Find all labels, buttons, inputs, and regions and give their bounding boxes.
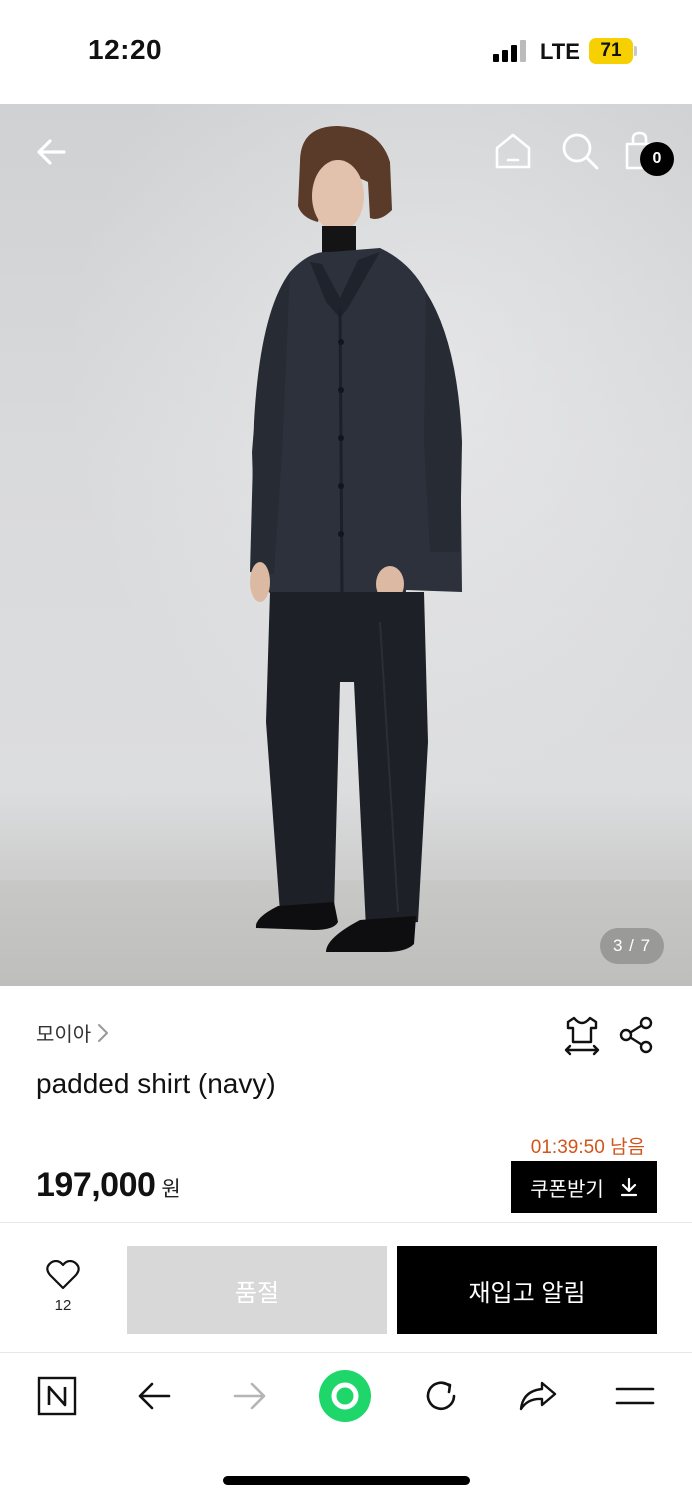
download-icon bbox=[620, 1177, 637, 1197]
browser-back-icon[interactable] bbox=[128, 1370, 180, 1422]
divider bbox=[0, 1352, 692, 1353]
chevron-right-icon bbox=[98, 1023, 109, 1042]
back-arrow-icon[interactable] bbox=[30, 130, 74, 174]
battery-icon: 71 bbox=[589, 38, 633, 64]
like-button[interactable]: 12 bbox=[36, 1259, 90, 1324]
size-guide-icon[interactable] bbox=[562, 1014, 602, 1056]
soldout-button: 품절 bbox=[127, 1246, 387, 1334]
heart-icon bbox=[46, 1259, 80, 1290]
product-image[interactable]: 0 3 / 7 bbox=[0, 104, 692, 986]
like-count: 12 bbox=[54, 1297, 72, 1314]
green-dot-icon[interactable] bbox=[319, 1370, 371, 1422]
coupon-button-label: 쿠폰받기 bbox=[530, 1178, 604, 1201]
network-label: LTE bbox=[540, 39, 580, 64]
brand-link[interactable]: 모이아 bbox=[36, 1018, 109, 1047]
price-value: 197,000 bbox=[36, 1166, 156, 1204]
browser-forward-icon[interactable] bbox=[224, 1370, 276, 1422]
naver-icon[interactable] bbox=[31, 1370, 83, 1422]
home-indicator bbox=[223, 1476, 470, 1485]
share-page-icon[interactable] bbox=[512, 1370, 564, 1422]
status-time: 12:20 bbox=[88, 34, 163, 65]
signal-icon bbox=[493, 40, 527, 62]
share-icon[interactable] bbox=[618, 1016, 654, 1054]
battery-cap bbox=[634, 46, 637, 56]
model-figure bbox=[250, 126, 462, 952]
status-bar: 12:20 LTE 71 bbox=[0, 0, 692, 104]
brand-name: 모이아 bbox=[36, 1024, 92, 1046]
coupon-download-button[interactable]: 쿠폰받기 bbox=[511, 1161, 657, 1213]
refresh-icon[interactable] bbox=[415, 1370, 467, 1422]
image-page-indicator: 3 / 7 bbox=[600, 928, 664, 964]
search-icon[interactable] bbox=[559, 130, 601, 172]
cart-count-badge: 0 bbox=[640, 142, 674, 176]
menu-icon[interactable] bbox=[609, 1370, 661, 1422]
price-unit: 원 bbox=[161, 1178, 181, 1201]
product-title: padded shirt (navy) bbox=[36, 1068, 276, 1099]
divider bbox=[0, 1222, 692, 1223]
coupon-timer: 01:39:50 남음 bbox=[530, 1137, 645, 1158]
restock-alert-button[interactable]: 재입고 알림 bbox=[397, 1246, 657, 1334]
price: 197,000 원 bbox=[36, 1166, 181, 1205]
home-icon[interactable] bbox=[492, 130, 534, 172]
